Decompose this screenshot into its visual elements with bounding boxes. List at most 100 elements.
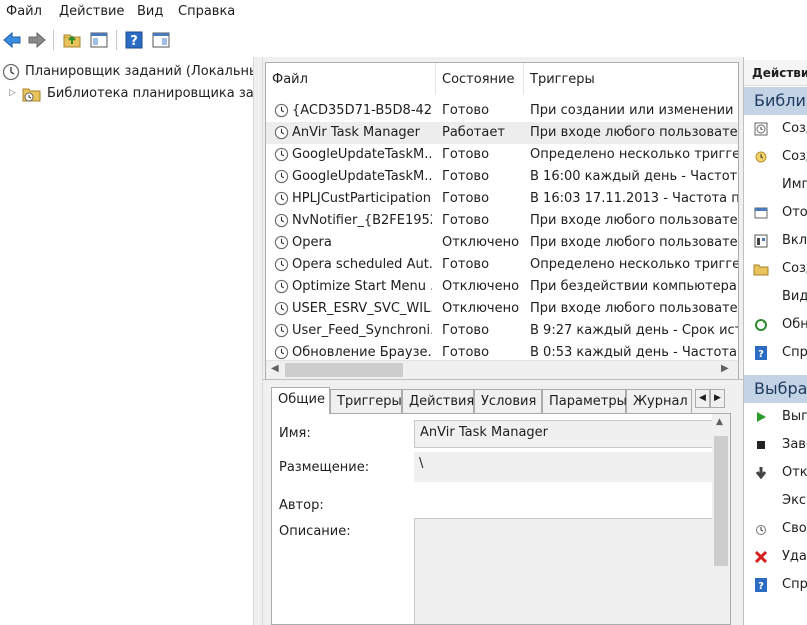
action-item[interactable]: Сво: [744, 515, 807, 543]
clock-icon: [2, 63, 20, 81]
tree-item-scheduler-root[interactable]: Планировщик заданий (Локальный: [0, 61, 253, 83]
menu-file[interactable]: Файл: [6, 4, 42, 19]
table-row[interactable]: User_Feed_Synchroni... Готово В 9:27 кажды…: [266, 320, 738, 342]
table-row[interactable]: Opera scheduled Aut... Готово Определено н…: [266, 254, 738, 276]
action-label: Отк: [782, 465, 807, 480]
action-item[interactable]: Вкл: [744, 227, 807, 255]
action-item[interactable]: Вид: [744, 283, 807, 311]
scroll-right-icon[interactable]: ▶: [721, 363, 729, 374]
clock-icon: [274, 279, 289, 294]
horizontal-scrollbar[interactable]: ◀ ▶: [266, 360, 738, 379]
vertical-splitter[interactable]: [253, 57, 263, 625]
task-status: Готово: [442, 257, 490, 272]
tab-triggers[interactable]: Триггеры: [330, 389, 402, 413]
name-field[interactable]: AnVir Task Manager: [414, 420, 720, 448]
action-item[interactable]: Созд: [744, 255, 807, 283]
task-name: Opera: [292, 235, 332, 250]
task-name: Optimize Start Menu ...: [292, 279, 432, 294]
show-hide-action-pane-icon[interactable]: [151, 30, 171, 50]
action-item[interactable]: ? Спр: [744, 339, 807, 367]
help-icon: ?: [755, 346, 767, 360]
author-label: Автор:: [279, 498, 324, 513]
tab-actions[interactable]: Действия: [402, 389, 474, 413]
task-status: Готово: [442, 213, 490, 228]
task-trigger: Определено несколько триггеро: [530, 257, 738, 272]
clock-icon: [274, 191, 289, 206]
actions-section-selected[interactable]: Выбра: [744, 375, 807, 403]
task-status: Отключено: [442, 235, 520, 250]
action-item[interactable]: Созд: [744, 115, 807, 143]
show-hide-console-tree-icon[interactable]: [89, 30, 109, 50]
action-item[interactable]: Заве: [744, 431, 807, 459]
action-item[interactable]: Ото: [744, 199, 807, 227]
actions-header: Действия: [744, 60, 807, 86]
task-name: USER_ESRV_SVC_WIL...: [292, 301, 432, 316]
table-row[interactable]: Optimize Start Menu ... Отключено При безд…: [266, 276, 738, 298]
scroll-left-icon[interactable]: ◀: [271, 363, 279, 374]
action-item[interactable]: Имп: [744, 171, 807, 199]
tab-scroll-left-icon[interactable]: ◀: [695, 389, 710, 408]
table-row[interactable]: {ACD35D71-B5D8-42... Готово При создании и…: [266, 100, 738, 122]
tab-conditions[interactable]: Условия: [474, 389, 542, 413]
action-item[interactable]: Уда: [744, 543, 807, 571]
vertical-scrollbar[interactable]: ▲: [712, 414, 730, 624]
action-label: Вып: [782, 409, 807, 424]
delete-icon: [754, 550, 768, 564]
table-row[interactable]: GoogleUpdateTaskM... Готово В 16:00 каждый…: [266, 166, 738, 188]
disable-icon: [755, 467, 767, 480]
description-field[interactable]: [414, 518, 720, 624]
action-label: Вкл: [782, 233, 807, 248]
tab-scroll-right-icon[interactable]: ▶: [710, 389, 725, 408]
horizontal-splitter[interactable]: [263, 379, 743, 386]
clock-icon: [274, 169, 289, 184]
menu-help[interactable]: Справка: [178, 4, 235, 19]
svg-text:?: ?: [130, 34, 138, 49]
task-status: Отключено: [442, 301, 520, 316]
task-name: User_Feed_Synchroni...: [292, 323, 432, 338]
table-row[interactable]: Opera Отключено При входе любого пользоват…: [266, 232, 738, 254]
action-item[interactable]: Экс: [744, 487, 807, 515]
up-folder-icon[interactable]: [62, 30, 82, 50]
tree-item-task-library[interactable]: ▷ Библиотека планировщика зада: [0, 83, 253, 105]
table-row[interactable]: GoogleUpdateTaskM... Готово Определено нес…: [266, 144, 738, 166]
action-item[interactable]: Вып: [744, 403, 807, 431]
table-row[interactable]: AnVir Task Manager Работает При входе любо…: [266, 122, 738, 144]
task-trigger: В 0:53 каждый день - Частота по: [530, 345, 738, 360]
name-label: Имя:: [279, 426, 311, 441]
task-name: GoogleUpdateTaskM...: [292, 169, 432, 184]
back-arrow-icon[interactable]: [2, 30, 22, 50]
table-row[interactable]: NvNotifier_{B2FE1952... Готово При входе л…: [266, 210, 738, 232]
help-icon[interactable]: ?: [124, 30, 144, 50]
table-row[interactable]: HPLJCustParticipation Готово В 16:03 17.11…: [266, 188, 738, 210]
scrollbar-thumb[interactable]: [714, 436, 728, 566]
properties-icon: [756, 525, 766, 535]
location-field[interactable]: \: [414, 452, 720, 482]
task-status: Готово: [442, 345, 490, 360]
scrollbar-thumb[interactable]: [285, 363, 403, 377]
action-item[interactable]: Созд: [744, 143, 807, 171]
tab-settings[interactable]: Параметры: [542, 389, 627, 413]
task-status: Готово: [442, 147, 490, 162]
tab-history[interactable]: Журнал: [626, 389, 692, 413]
scroll-up-icon[interactable]: ▲: [716, 417, 723, 427]
tab-general[interactable]: Общие: [271, 387, 330, 414]
display-tasks-icon: [754, 207, 768, 219]
column-header-triggers[interactable]: Триггеры: [524, 63, 738, 95]
refresh-icon: [755, 319, 767, 331]
task-trigger: При бездействии компьютера: [530, 279, 737, 294]
column-header-file[interactable]: Файл: [266, 63, 436, 95]
column-header-status[interactable]: Состояние: [436, 63, 524, 95]
menu-view[interactable]: Вид: [137, 4, 163, 19]
actions-section-library[interactable]: Библи: [744, 87, 807, 115]
action-item[interactable]: ? Спр: [744, 571, 807, 599]
menu-action[interactable]: Действие: [59, 4, 124, 19]
expand-chevron-icon[interactable]: ▷: [9, 88, 16, 98]
clock-icon: [274, 257, 289, 272]
action-label: Созд: [782, 121, 807, 136]
forward-arrow-icon[interactable]: [27, 30, 47, 50]
action-label: Имп: [782, 177, 807, 192]
action-item[interactable]: Обн: [744, 311, 807, 339]
table-row[interactable]: USER_ESRV_SVC_WIL... Отключено При входе л…: [266, 298, 738, 320]
action-item[interactable]: Отк: [744, 459, 807, 487]
toolbar: ?: [0, 24, 807, 56]
